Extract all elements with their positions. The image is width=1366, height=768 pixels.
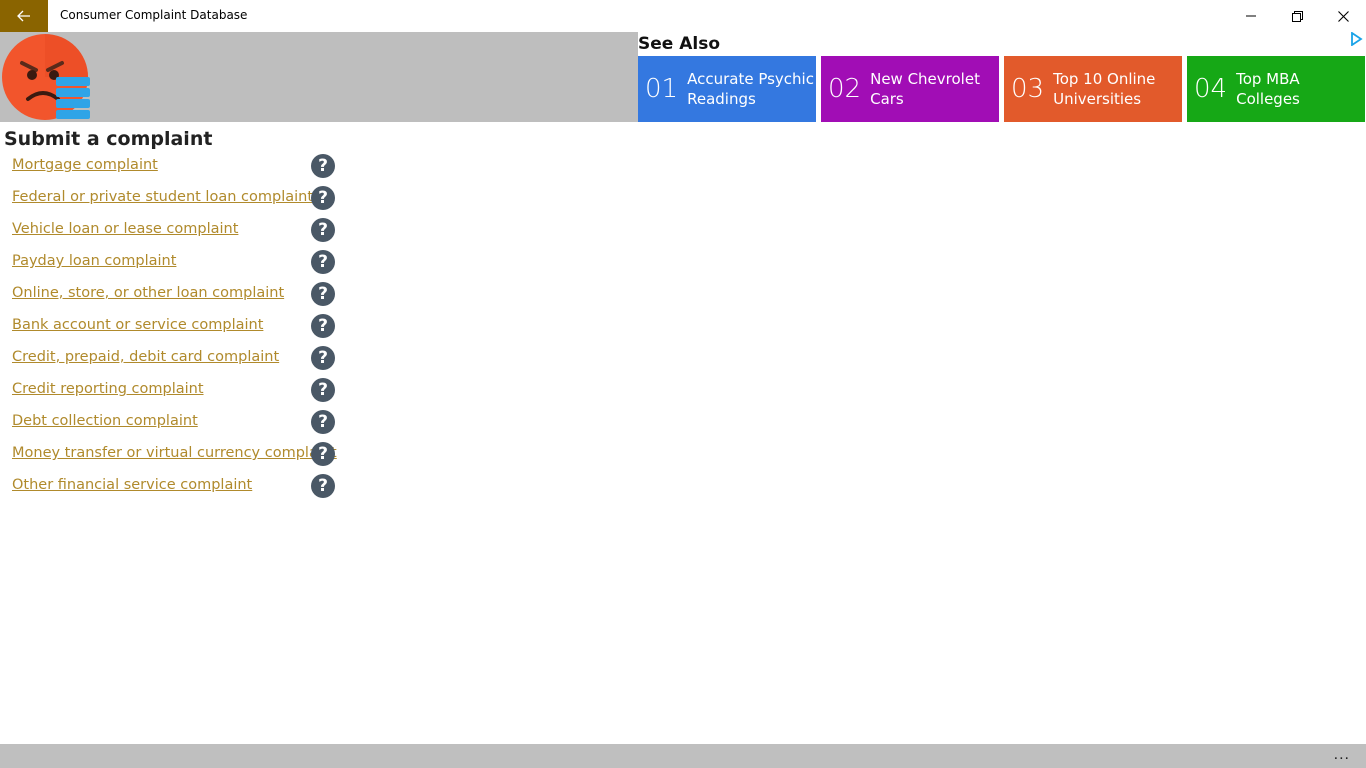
list-item: Other financial service complaint? <box>0 470 340 502</box>
tile-number: 01 <box>645 74 679 104</box>
minimize-icon <box>1246 15 1256 17</box>
back-arrow-icon <box>17 10 30 22</box>
complaint-link[interactable]: Other financial service complaint <box>12 477 252 493</box>
list-item: Debt collection complaint? <box>0 406 340 438</box>
help-icon[interactable]: ? <box>311 346 335 370</box>
see-also-tile-1[interactable]: 01 Accurate Psychic Readings <box>638 56 816 122</box>
help-icon[interactable]: ? <box>311 410 335 434</box>
help-icon[interactable]: ? <box>311 314 335 338</box>
angry-face-coins-logo <box>2 34 90 120</box>
list-item: Credit, prepaid, debit card complaint? <box>0 342 340 374</box>
see-also-tile-4[interactable]: 04 Top MBA Colleges <box>1187 56 1365 122</box>
complaint-link[interactable]: Mortgage complaint <box>12 157 158 173</box>
tile-label: Top MBA Colleges <box>1236 70 1300 108</box>
close-button[interactable] <box>1320 0 1366 32</box>
window-title: Consumer Complaint Database <box>60 8 248 22</box>
more-options-button[interactable]: ... <box>1334 746 1350 764</box>
complaint-link[interactable]: Money transfer or virtual currency compl… <box>12 445 337 461</box>
header-banner <box>0 32 638 122</box>
list-item: Credit reporting complaint? <box>0 374 340 406</box>
help-icon[interactable]: ? <box>311 442 335 466</box>
tile-label: New Chevrolet Cars <box>870 70 980 108</box>
complaint-list: Mortgage complaint? Federal or private s… <box>0 150 340 502</box>
list-item: Vehicle loan or lease complaint? <box>0 214 340 246</box>
list-item: Federal or private student loan complain… <box>0 182 340 214</box>
list-item: Mortgage complaint? <box>0 150 340 182</box>
help-icon[interactable]: ? <box>311 218 335 242</box>
complaint-link[interactable]: Vehicle loan or lease complaint <box>12 221 238 237</box>
list-item: Money transfer or virtual currency compl… <box>0 438 340 470</box>
see-also-tile-2[interactable]: 02 New Chevrolet Cars <box>821 56 999 122</box>
help-icon[interactable]: ? <box>311 282 335 306</box>
help-icon[interactable]: ? <box>311 474 335 498</box>
list-item: Bank account or service complaint? <box>0 310 340 342</box>
help-icon[interactable]: ? <box>311 250 335 274</box>
back-button[interactable] <box>0 0 48 32</box>
see-also-title: See Also <box>638 34 721 54</box>
tile-number: 04 <box>1194 74 1228 104</box>
complaint-link[interactable]: Bank account or service complaint <box>12 317 263 333</box>
help-icon[interactable]: ? <box>311 186 335 210</box>
complaint-link[interactable]: Debt collection complaint <box>12 413 198 429</box>
complaint-link[interactable]: Credit reporting complaint <box>12 381 204 397</box>
tile-number: 02 <box>828 74 862 104</box>
page-title: Submit a complaint <box>4 128 213 150</box>
tile-label: Top 10 Online Universities <box>1053 70 1156 108</box>
see-also-tile-3[interactable]: 03 Top 10 Online Universities <box>1004 56 1182 122</box>
help-icon[interactable]: ? <box>311 378 335 402</box>
ad-choices-icon[interactable] <box>1349 32 1363 46</box>
app-bar: ... <box>0 744 1366 768</box>
list-item: Payday loan complaint? <box>0 246 340 278</box>
title-bar: Consumer Complaint Database <box>0 0 1366 32</box>
complaint-link[interactable]: Federal or private student loan complain… <box>12 189 313 205</box>
close-icon <box>1337 10 1349 22</box>
complaint-link[interactable]: Payday loan complaint <box>12 253 176 269</box>
list-item: Online, store, or other loan complaint? <box>0 278 340 310</box>
help-icon[interactable]: ? <box>311 154 335 178</box>
tile-label: Accurate Psychic Readings <box>687 70 814 108</box>
complaint-link[interactable]: Credit, prepaid, debit card complaint <box>12 349 279 365</box>
complaint-link[interactable]: Online, store, or other loan complaint <box>12 285 284 301</box>
tile-number: 03 <box>1011 74 1045 104</box>
restore-icon <box>1291 10 1303 22</box>
restore-button[interactable] <box>1274 0 1320 32</box>
minimize-button[interactable] <box>1228 0 1274 32</box>
